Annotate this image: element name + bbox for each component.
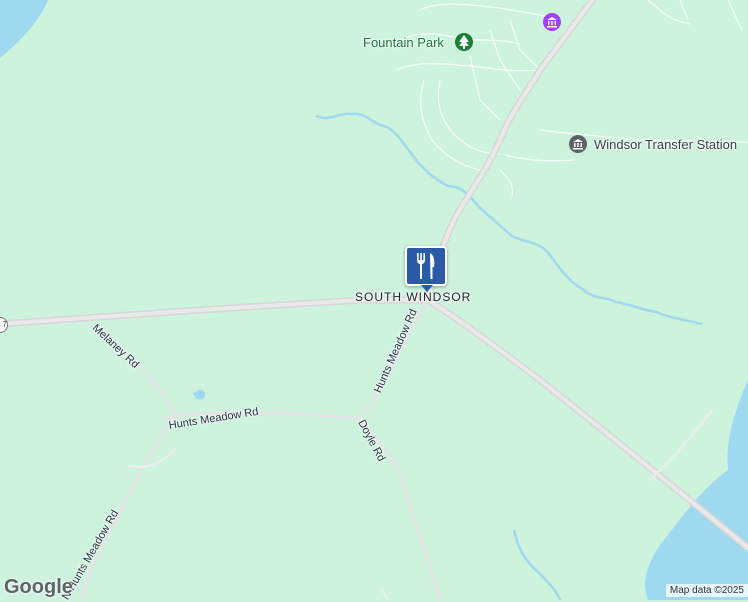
- restaurant-icon: [417, 253, 435, 279]
- river-water-right: [645, 380, 748, 600]
- poi-label-fountain-park[interactable]: Fountain Park: [363, 35, 444, 50]
- selected-location-pin[interactable]: [405, 246, 447, 292]
- pond: [193, 389, 206, 400]
- google-logo[interactable]: Google: [4, 576, 73, 599]
- tree-icon[interactable]: [455, 33, 473, 51]
- stream-south: [512, 529, 562, 600]
- map-attribution[interactable]: Map data ©2025: [665, 584, 748, 597]
- museum-icon[interactable]: [543, 13, 561, 31]
- town-label-south-windsor: SOUTH WINDSOR: [355, 290, 472, 304]
- lake-water: [0, 0, 48, 58]
- government-building-icon[interactable]: [569, 135, 587, 153]
- poi-label-windsor-transfer-station[interactable]: Windsor Transfer Station: [594, 137, 737, 152]
